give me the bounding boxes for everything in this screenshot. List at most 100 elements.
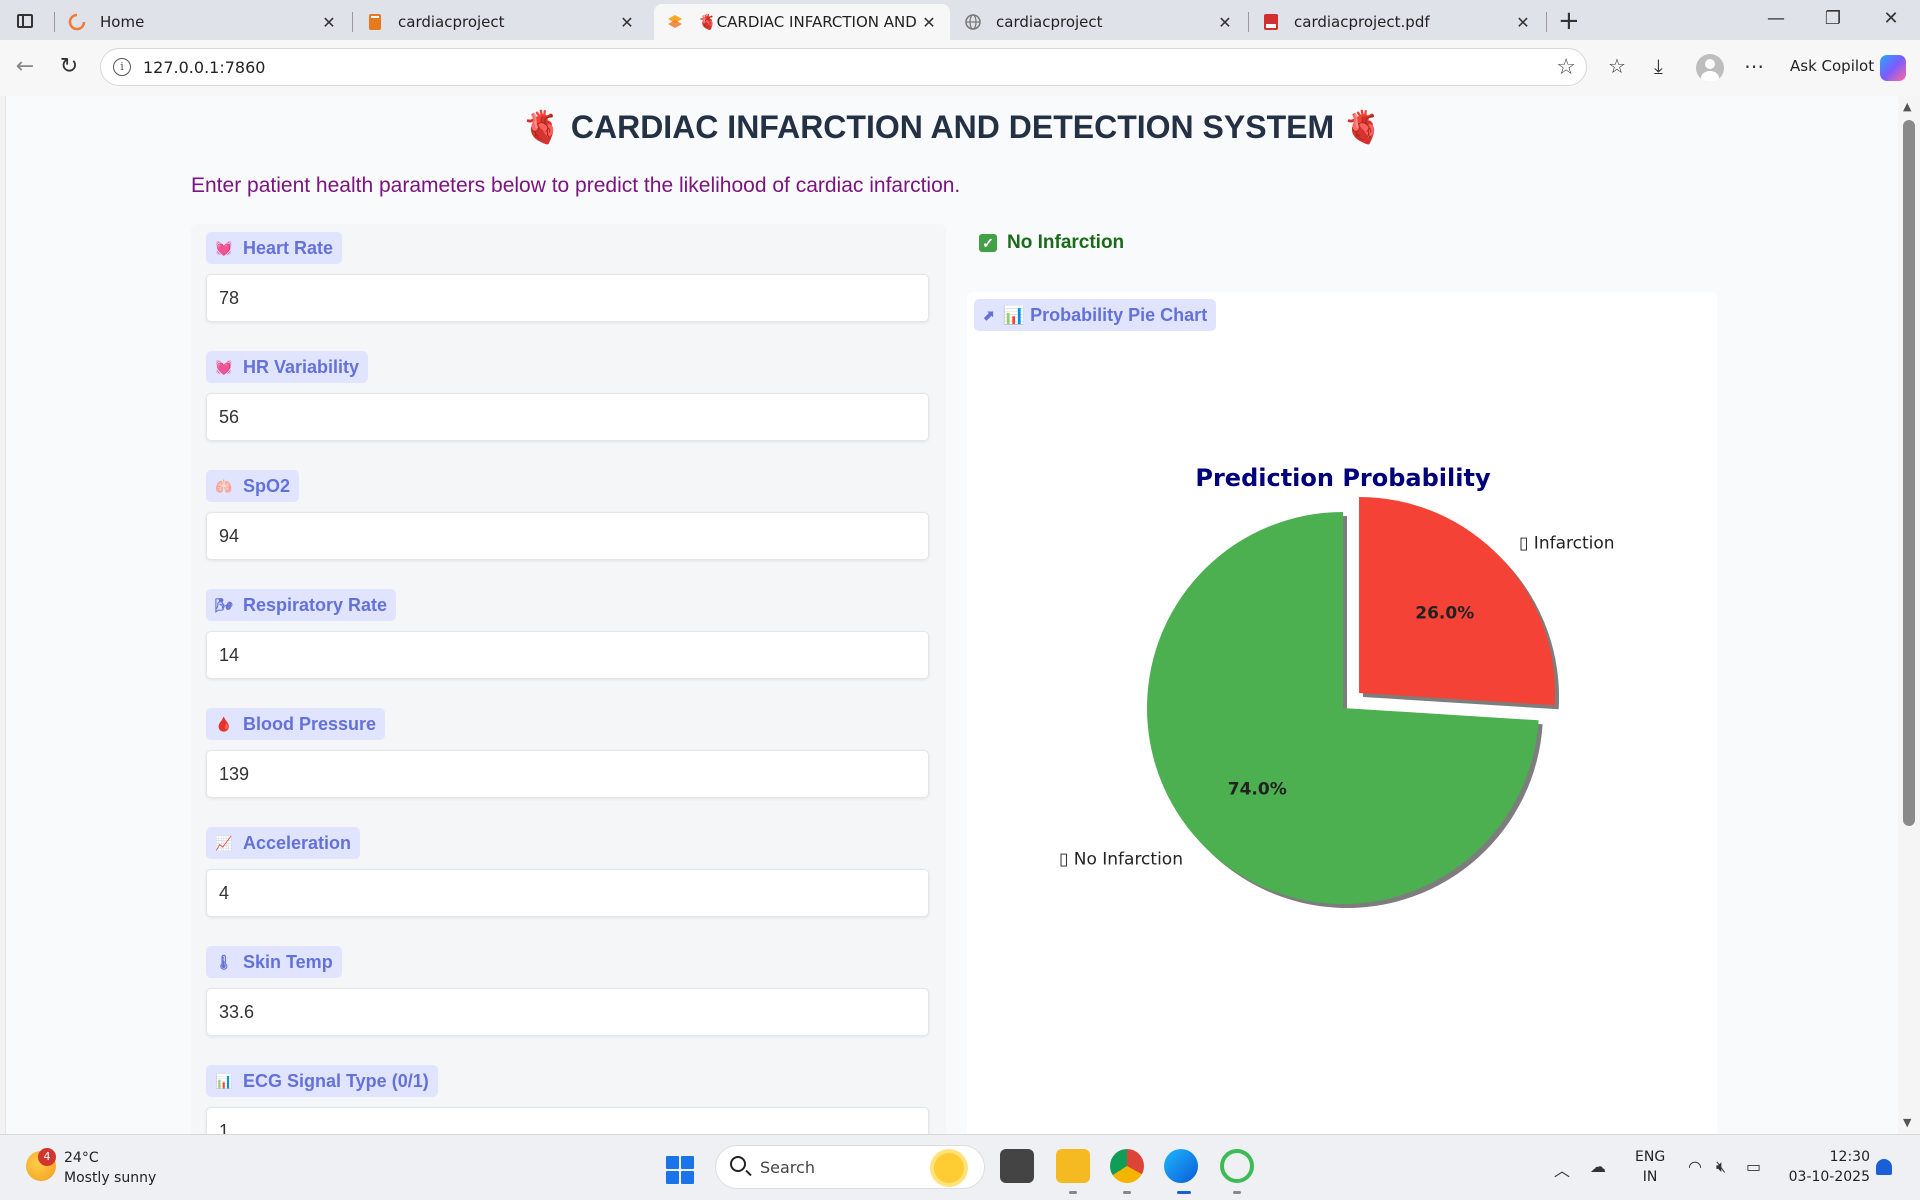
check-icon: ✓ bbox=[979, 234, 997, 252]
page-subtitle: Enter patient health parameters below to… bbox=[191, 174, 961, 197]
sun-widget-icon bbox=[934, 1153, 964, 1183]
address-url[interactable]: 127.0.0.1:7860 bbox=[143, 58, 265, 77]
spo2-input[interactable] bbox=[206, 512, 929, 560]
field-label: 🌬 Respiratory Rate bbox=[206, 589, 397, 621]
field-label: 💓 Heart Rate bbox=[206, 232, 343, 264]
acceleration-input[interactable] bbox=[206, 869, 929, 917]
tab-pdf[interactable]: cardiacproject.pdf ✕ bbox=[1250, 4, 1544, 40]
skin-temp-input[interactable] bbox=[206, 988, 929, 1036]
field-label: 🫁 SpO2 bbox=[206, 470, 300, 502]
favorites-icon[interactable]: ☆ bbox=[1608, 54, 1626, 78]
tab-label: cardiacproject.pdf bbox=[1294, 13, 1430, 31]
weather-badge: 4 bbox=[38, 1148, 56, 1166]
field-label: 🌡 Skin Temp bbox=[206, 946, 342, 978]
field-label-text: Blood Pressure bbox=[243, 713, 377, 734]
page-viewport: 🫀 CARDIAC INFARCTION AND DETECTION SYSTE… bbox=[5, 96, 1898, 1134]
weather-desc[interactable]: Mostly sunny bbox=[64, 1170, 156, 1186]
restore-icon[interactable]: ❐ bbox=[1818, 8, 1848, 29]
gradio-icon bbox=[666, 13, 684, 31]
site-info-icon[interactable]: i bbox=[113, 58, 131, 76]
onedrive-icon[interactable]: ☁ bbox=[1590, 1157, 1606, 1176]
notification-bell-icon[interactable] bbox=[1876, 1159, 1892, 1175]
volume-muted-icon[interactable]: 🔇︎ bbox=[1716, 1157, 1726, 1177]
field-label-text: Acceleration bbox=[243, 832, 352, 853]
wifi-icon[interactable]: ◠ bbox=[1688, 1157, 1702, 1176]
field-spo2: 🫁 SpO2 bbox=[206, 470, 929, 560]
weather-temp[interactable]: 24°C bbox=[64, 1150, 99, 1166]
heart-rate-input[interactable] bbox=[206, 274, 929, 322]
clock-date: 03-10-2025 bbox=[1788, 1169, 1870, 1185]
field-acceleration: 📈 Acceleration bbox=[206, 827, 929, 917]
pie-layer: 26.0% ▯ Infarction 74.0% ▯ No Infarction bbox=[1059, 496, 1615, 908]
field-label: 📈 Acceleration bbox=[206, 827, 361, 859]
battery-icon[interactable]: ▭ bbox=[1746, 1157, 1761, 1176]
tab-actions-icon[interactable] bbox=[12, 8, 38, 34]
wind-icon: 🌬 bbox=[215, 596, 233, 613]
minimize-icon[interactable]: — bbox=[1761, 8, 1791, 29]
task-view-icon[interactable] bbox=[1000, 1149, 1034, 1183]
tab-label: cardiacproject bbox=[996, 13, 1103, 31]
app-ring-icon[interactable] bbox=[1220, 1149, 1254, 1183]
ecg-signal-type-input[interactable] bbox=[206, 1107, 929, 1134]
running-indicator bbox=[1233, 1191, 1241, 1194]
field-label-text: ECG Signal Type (0/1) bbox=[243, 1070, 429, 1091]
tab-label: Home bbox=[100, 13, 145, 31]
field-skin-temp: 🌡 Skin Temp bbox=[206, 946, 929, 1036]
field-label-text: Heart Rate bbox=[243, 237, 334, 258]
scroll-down-icon[interactable]: ▼ bbox=[1903, 1116, 1911, 1129]
close-icon[interactable]: ✕ bbox=[618, 13, 636, 32]
page-scrollbar[interactable]: ▲ ▼ bbox=[1898, 96, 1920, 1134]
downloads-icon[interactable]: ⤓ bbox=[1654, 54, 1663, 78]
chevron-up-icon[interactable]: ︿ bbox=[1554, 1157, 1570, 1181]
field-label: 📊 ECG Signal Type (0/1) bbox=[206, 1065, 438, 1097]
system-clock[interactable]: 12:30 03-10-2025 bbox=[1786, 1147, 1870, 1187]
favorite-star-icon[interactable]: ☆ bbox=[1556, 55, 1576, 80]
region-code: IN bbox=[1642, 1169, 1658, 1185]
more-options-icon[interactable]: ⋯ bbox=[1744, 54, 1764, 78]
pie-slice-infarction bbox=[1359, 496, 1556, 706]
new-tab-icon[interactable]: + bbox=[1558, 6, 1580, 36]
close-icon[interactable]: ✕ bbox=[1216, 13, 1234, 32]
chart-up-icon: 📈 bbox=[215, 834, 233, 851]
ask-copilot-button[interactable]: Ask Copilot bbox=[1790, 57, 1874, 75]
chrome-icon[interactable] bbox=[1110, 1149, 1144, 1183]
file-explorer-icon[interactable] bbox=[1056, 1149, 1090, 1183]
close-icon[interactable]: ✕ bbox=[1514, 13, 1532, 32]
edge-icon[interactable] bbox=[1164, 1149, 1198, 1183]
field-label-text: HR Variability bbox=[243, 356, 360, 377]
search-icon bbox=[730, 1156, 746, 1172]
running-indicator bbox=[1177, 1191, 1191, 1194]
field-respiratory-rate: 🌬 Respiratory Rate bbox=[206, 589, 929, 679]
tab-home[interactable]: Home ✕ bbox=[56, 4, 350, 40]
window-close-icon[interactable]: ✕ bbox=[1876, 8, 1906, 29]
back-icon[interactable]: ← bbox=[10, 54, 40, 79]
tab-cardiacproject-web[interactable]: cardiacproject ✕ bbox=[952, 4, 1246, 40]
close-icon[interactable]: ✕ bbox=[320, 13, 338, 32]
field-blood-pressure: 🩸 Blood Pressure bbox=[206, 708, 929, 798]
taskbar: 4 24°C Mostly sunny Search ︿ ☁ ENG IN ◠ 🔇… bbox=[0, 1134, 1920, 1200]
taskbar-search[interactable]: Search bbox=[715, 1145, 985, 1189]
tab-cardiac-app[interactable]: 🫀CARDIAC INFARCTION AND DE ✕ bbox=[654, 4, 950, 40]
refresh-icon[interactable]: ↻ bbox=[54, 54, 84, 79]
blood-pressure-input[interactable] bbox=[206, 750, 929, 798]
tab-cardiacproject-book[interactable]: cardiacproject ✕ bbox=[354, 4, 648, 40]
tab-label: 🫀CARDIAC INFARCTION AND DE bbox=[698, 13, 920, 31]
book-icon bbox=[366, 13, 384, 31]
copilot-icon[interactable] bbox=[1880, 55, 1906, 81]
scrollbar-thumb[interactable] bbox=[1903, 120, 1915, 826]
globe-icon bbox=[964, 13, 982, 31]
scroll-up-icon[interactable]: ▲ bbox=[1903, 100, 1911, 113]
respiratory-rate-input[interactable] bbox=[206, 631, 929, 679]
field-hr-variability: 💓 HR Variability bbox=[206, 351, 929, 441]
chart-panel: ⬈ 📊 Probability Pie Chart Prediction Prob… bbox=[967, 292, 1717, 1134]
address-bar[interactable]: i 127.0.0.1:7860 ☆ bbox=[100, 48, 1587, 86]
language-indicator[interactable]: ENG IN bbox=[1635, 1147, 1665, 1187]
hr-variability-input[interactable] bbox=[206, 393, 929, 441]
windows-start-icon[interactable] bbox=[666, 1156, 694, 1184]
profile-avatar[interactable] bbox=[1696, 54, 1724, 82]
thermometer-icon: 🌡 bbox=[215, 953, 233, 970]
prediction-result-text: No Infarction bbox=[1007, 232, 1125, 253]
close-icon[interactable]: ✕ bbox=[920, 13, 938, 32]
lang-code: ENG bbox=[1635, 1149, 1666, 1165]
field-heart-rate: 💓 Heart Rate bbox=[206, 232, 929, 322]
